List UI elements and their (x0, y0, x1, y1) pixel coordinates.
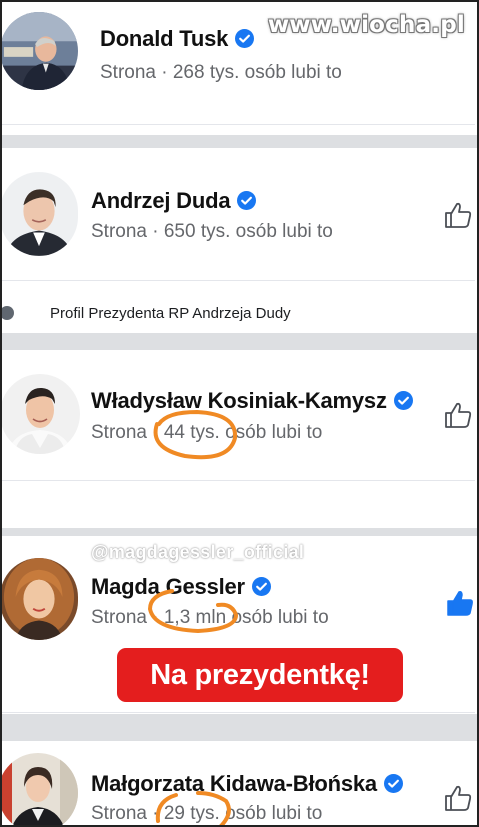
page-name[interactable]: Magda Gessler (91, 574, 271, 600)
like-thumb-icon[interactable] (445, 588, 475, 618)
verified-badge-icon (393, 390, 413, 410)
caption-text: Na prezydentkę! (150, 658, 370, 691)
divider (0, 712, 475, 713)
like-thumb-icon[interactable] (443, 783, 473, 813)
divider (0, 480, 475, 481)
verified-badge-icon (235, 28, 255, 48)
card-separator (0, 135, 479, 148)
divider (0, 280, 475, 281)
page-subtitle: Profil Prezydenta RP Andrzeja Dudy (50, 305, 291, 321)
page-card[interactable]: Władysław Kosiniak-Kamysz Strona · 44 ty… (0, 350, 475, 528)
page-name[interactable]: Władysław Kosiniak-Kamysz (91, 388, 413, 414)
page-meta: Strona · 650 tys. osób lubi to (91, 221, 333, 242)
avatar[interactable] (0, 558, 78, 640)
page-name[interactable]: Małgorzata Kidawa-Błońska (91, 771, 403, 797)
page-card[interactable]: Andrzej Duda Strona · 650 tys. osób lubi… (0, 148, 475, 333)
like-thumb-icon[interactable] (443, 400, 473, 430)
verified-badge-icon (237, 190, 257, 210)
avatar[interactable] (0, 12, 78, 90)
card-separator (0, 333, 479, 350)
watermark: www.wiocha.pl (267, 12, 465, 38)
page-name[interactable]: Andrzej Duda (91, 188, 257, 214)
card-separator (0, 714, 479, 741)
card-separator (0, 528, 479, 536)
avatar[interactable] (0, 753, 78, 827)
page-card[interactable]: Małgorzata Kidawa-Błońska Strona · 29 ty… (0, 741, 475, 827)
instagram-handle: @magdagessler_official (91, 542, 305, 562)
page-meta: Strona · 29 tys. osób lubi to (91, 803, 323, 824)
divider (0, 124, 475, 125)
verified-badge-icon (383, 773, 403, 793)
info-icon (0, 306, 14, 320)
like-thumb-icon[interactable] (443, 200, 473, 230)
page-meta: Strona · 268 tys. osób lubi to (100, 62, 342, 83)
page-meta: Strona · 1,3 mln osób lubi to (91, 607, 329, 628)
page-name[interactable]: Donald Tusk (100, 26, 255, 52)
avatar[interactable] (0, 172, 78, 256)
avatar[interactable] (0, 374, 80, 454)
page-meta: Strona · 44 tys. osób lubi to (91, 422, 323, 443)
verified-badge-icon (251, 576, 271, 596)
caption-banner: Na prezydentkę! (117, 648, 403, 702)
